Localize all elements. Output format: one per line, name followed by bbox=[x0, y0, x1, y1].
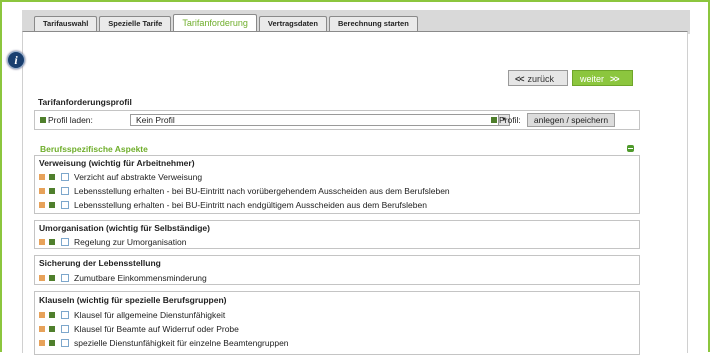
checkbox[interactable] bbox=[61, 200, 69, 209]
list-item: Regelung zur Umorganisation bbox=[39, 236, 186, 247]
green-tag-icon bbox=[49, 339, 55, 346]
tab-vertragsdaten[interactable]: Vertragsdaten bbox=[258, 16, 327, 31]
orange-tag-icon bbox=[39, 339, 45, 346]
checkbox[interactable] bbox=[61, 186, 69, 195]
checkbox[interactable] bbox=[61, 273, 69, 282]
collapse-icon[interactable] bbox=[627, 145, 634, 152]
group-title: Berufsspezifische Aspekte bbox=[40, 144, 148, 154]
list-item: Zumutbare Einkommensminderung bbox=[39, 272, 207, 283]
tab-tarifanforderung[interactable]: Tarifanforderung bbox=[173, 14, 257, 31]
next-label: weiter bbox=[580, 74, 605, 84]
list-item: Lebensstellung erhalten - bei BU-Eintrit… bbox=[39, 185, 450, 196]
group-header: Berufsspezifische Aspekte bbox=[34, 144, 640, 154]
profile-box: Profil laden: Kein Profil ▼ Profil: anleg… bbox=[34, 110, 640, 130]
orange-tag-icon bbox=[39, 173, 45, 180]
orange-tag-icon bbox=[39, 311, 45, 318]
green-tag-icon bbox=[49, 173, 55, 180]
orange-tag-icon bbox=[39, 238, 45, 245]
section-title: Klauseln (wichtig für spezielle Berufsgr… bbox=[39, 295, 227, 305]
section-title: Sicherung der Lebensstellung bbox=[39, 258, 161, 268]
green-tag-icon bbox=[40, 116, 46, 123]
checkbox[interactable] bbox=[61, 338, 69, 347]
info-icon[interactable]: i bbox=[7, 51, 25, 69]
green-tag-icon bbox=[49, 274, 55, 281]
section-umorganisation: Umorganisation (wichtig für Selbständige… bbox=[34, 220, 640, 249]
tab-spezielle-tarife[interactable]: Spezielle Tarife bbox=[99, 16, 172, 31]
double-chevron-left-icon: << bbox=[515, 74, 524, 84]
green-tag-icon bbox=[49, 238, 55, 245]
tab-berechnung-starten[interactable]: Berechnung starten bbox=[328, 16, 418, 31]
list-item: spezielle Dienstunfähigkeit für einzelne… bbox=[39, 337, 289, 348]
orange-tag-icon bbox=[39, 325, 45, 332]
back-button[interactable]: << zurück bbox=[508, 70, 568, 86]
section-verweisung: Verweisung (wichtig für Arbeitnehmer) Ve… bbox=[34, 155, 640, 214]
section-lebensstellung: Sicherung der Lebensstellung Zumutbare E… bbox=[34, 255, 640, 285]
profile-select-value: Kein Profil bbox=[136, 115, 175, 125]
save-profile-button[interactable]: anlegen / speichern bbox=[527, 113, 615, 127]
green-tag-icon bbox=[49, 201, 55, 208]
back-label: zurück bbox=[527, 74, 555, 84]
checkbox[interactable] bbox=[61, 237, 69, 246]
green-tag-icon bbox=[49, 325, 55, 332]
orange-tag-icon bbox=[39, 201, 45, 208]
list-item: Verzicht auf abstrakte Verweisung bbox=[39, 171, 202, 182]
tab-tarifauswahl[interactable]: Tarifauswahl bbox=[34, 16, 98, 31]
tab-bar: Tarifauswahl Spezielle Tarife Tarifanfor… bbox=[34, 14, 418, 31]
next-button[interactable]: weiter >> bbox=[572, 70, 633, 86]
orange-tag-icon bbox=[39, 274, 45, 281]
green-tag-icon bbox=[49, 187, 55, 194]
checkbox[interactable] bbox=[61, 324, 69, 333]
load-profile-label: Profil laden: bbox=[40, 115, 93, 125]
checkbox[interactable] bbox=[61, 172, 69, 181]
section-title: Verweisung (wichtig für Arbeitnehmer) bbox=[39, 158, 195, 168]
checkbox[interactable] bbox=[61, 310, 69, 319]
double-chevron-right-icon: >> bbox=[610, 74, 619, 84]
profile-select[interactable]: Kein Profil ▼ bbox=[130, 114, 510, 126]
list-item: Klausel für Beamte auf Widerruf oder Pro… bbox=[39, 323, 239, 334]
green-tag-icon bbox=[491, 116, 497, 123]
orange-tag-icon bbox=[39, 187, 45, 194]
green-tag-icon bbox=[49, 311, 55, 318]
section-title: Umorganisation (wichtig für Selbständige… bbox=[39, 223, 210, 233]
list-item: Klausel für allgemeine Dienstunfähigkeit bbox=[39, 309, 225, 320]
list-item: Lebensstellung erhalten - bei BU-Eintrit… bbox=[39, 199, 427, 210]
profile-section-title: Tarifanforderungsprofil bbox=[38, 97, 132, 107]
section-klauseln: Klauseln (wichtig für spezielle Berufsgr… bbox=[34, 291, 640, 355]
profile-label: Profil: bbox=[491, 115, 521, 125]
